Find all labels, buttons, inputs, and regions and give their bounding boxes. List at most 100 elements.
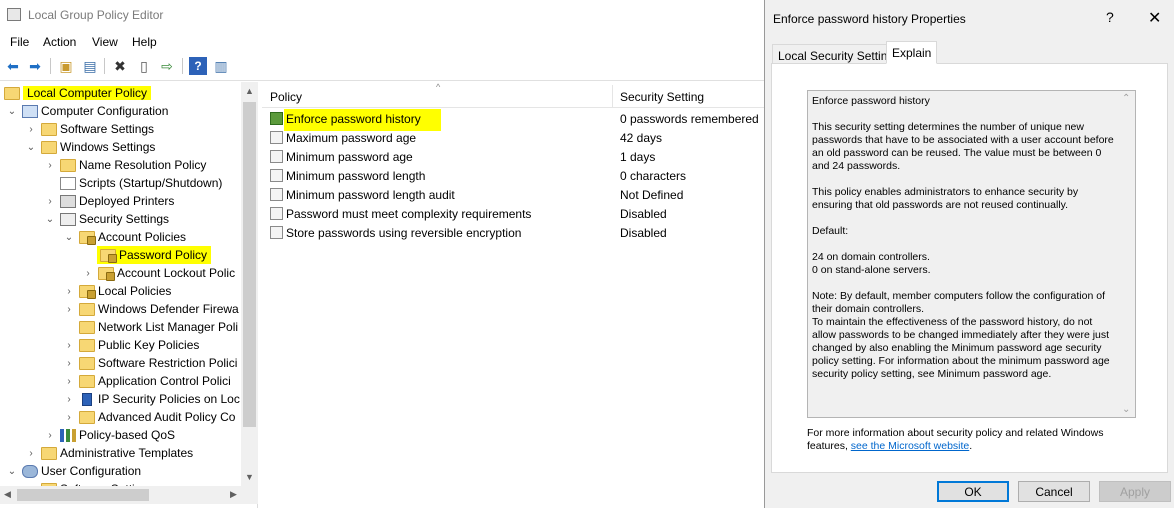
chevron-up-icon[interactable]: ⌃ — [1122, 93, 1130, 104]
policy-setting-icon — [270, 188, 283, 201]
tree-item-advanced-audit[interactable]: › Advanced Audit Policy Co — [63, 408, 235, 426]
folder-icon — [79, 374, 95, 388]
folder-icon — [60, 158, 76, 172]
tree-item-software-restriction[interactable]: › Software Restriction Polici — [63, 354, 237, 372]
chevron-down-icon[interactable]: ⌄ — [44, 214, 56, 225]
tree-item-security-settings[interactable]: ⌄ Security Settings — [44, 210, 169, 228]
chevron-right-icon[interactable]: › — [63, 412, 75, 423]
console-tree: Local Computer Policy ⌄ Computer Configu… — [0, 82, 258, 508]
menu-action[interactable]: Action — [43, 35, 76, 49]
column-divider[interactable] — [612, 85, 613, 108]
tree-item-qos[interactable]: › Policy-based QoS — [44, 426, 175, 444]
apply-button[interactable]: Apply — [1099, 481, 1171, 502]
table-row[interactable]: Minimum password age 1 days — [267, 147, 764, 166]
policy-name: Minimum password length audit — [286, 188, 455, 202]
chevron-right-icon[interactable]: › — [63, 304, 75, 315]
forward-icon[interactable]: ➡ — [26, 57, 44, 75]
tree-item-label: Account Policies — [98, 230, 187, 244]
tree-item-account-lockout[interactable]: › Account Lockout Polic — [82, 264, 235, 282]
chevron-right-icon[interactable]: › — [63, 286, 75, 297]
table-row[interactable]: Minimum password length audit Not Define… — [267, 185, 764, 204]
export-list-icon[interactable]: ⇨ — [158, 57, 176, 75]
scroll-up-icon[interactable]: ▲ — [245, 86, 254, 96]
tree-item-ip-security[interactable]: › IP Security Policies on Loc — [63, 390, 240, 408]
tab-explain[interactable]: Explain — [886, 41, 938, 64]
table-row[interactable]: Enforce password history 0 passwords rem… — [267, 109, 764, 131]
tree-item-public-key[interactable]: › Public Key Policies — [63, 336, 199, 354]
chevron-right-icon[interactable]: › — [44, 160, 56, 171]
chevron-down-icon[interactable]: ⌄ — [25, 142, 37, 153]
chevron-right-icon[interactable]: › — [63, 358, 75, 369]
tree-item-windows-settings[interactable]: ⌄ Windows Settings — [25, 138, 156, 156]
tree-item-local-computer-policy[interactable]: Local Computer Policy — [4, 84, 152, 102]
microsoft-website-link[interactable]: see the Microsoft website — [851, 440, 969, 452]
tree-item-network-list[interactable]: Network List Manager Poli — [63, 318, 238, 336]
properties-icon[interactable]: ▯ — [135, 57, 153, 75]
tab-local-security-setting[interactable]: Local Security Setting — [772, 44, 901, 65]
chevron-right-icon[interactable]: › — [44, 430, 56, 441]
table-row[interactable]: Minimum password length 0 characters — [267, 166, 764, 185]
tree-item-password-policy[interactable]: Password Policy — [97, 246, 212, 264]
chevron-down-icon[interactable]: ⌄ — [6, 106, 18, 117]
tree-item-account-policies[interactable]: ⌄ Account Policies — [63, 228, 186, 246]
tree-item-computer-configuration[interactable]: ⌄ Computer Configuration — [6, 102, 169, 120]
tree-item-deployed-printers[interactable]: › Deployed Printers — [44, 192, 174, 210]
menu-file[interactable]: File — [10, 35, 29, 49]
up-folder-icon[interactable]: ▣ — [57, 57, 75, 75]
chevron-down-icon[interactable]: ⌄ — [1122, 404, 1130, 415]
scripts-icon — [60, 176, 76, 190]
scroll-left-icon[interactable]: ◀ — [4, 489, 11, 500]
cancel-button[interactable]: Cancel — [1018, 481, 1090, 502]
tree-item-label: Administrative Templates — [60, 446, 194, 460]
toolbar: ⬅ ➡ ▣ ▤ ✖ ▯ ⇨ ? ▥ — [0, 53, 764, 81]
tree-item-app-control[interactable]: › Application Control Polici — [63, 372, 230, 390]
ok-button[interactable]: OK — [937, 481, 1009, 502]
tree-item-software-settings[interactable]: › Software Settings — [25, 120, 154, 138]
chevron-right-icon[interactable]: › — [63, 376, 75, 387]
policy-value: Disabled — [620, 207, 667, 221]
scroll-down-icon[interactable]: ▼ — [245, 472, 254, 482]
show-hide-tree-icon[interactable]: ▤ — [81, 57, 99, 75]
tree-item-label: Local Policies — [98, 284, 172, 298]
chevron-right-icon[interactable]: › — [63, 394, 75, 405]
chevron-down-icon[interactable]: ⌄ — [6, 466, 18, 477]
chevron-right-icon[interactable]: › — [44, 196, 56, 207]
back-icon[interactable]: ⬅ — [4, 57, 22, 75]
dialog-help-button[interactable]: ? — [1106, 9, 1114, 25]
tree-item-user-configuration[interactable]: ⌄ User Configuration — [6, 462, 141, 480]
column-header-security-setting[interactable]: Security Setting — [620, 90, 704, 104]
chevron-right-icon[interactable]: › — [25, 124, 37, 135]
tree-item-label: Local Computer Policy — [23, 86, 152, 100]
tree-hscroll-thumb[interactable] — [17, 489, 149, 501]
tree-item-defender-firewall[interactable]: › Windows Defender Firewa — [63, 300, 238, 318]
explain-scrollbar[interactable]: ⌃ ⌄ — [1119, 91, 1135, 417]
chevron-right-icon[interactable]: › — [63, 340, 75, 351]
column-header-policy[interactable]: Policy — [270, 90, 302, 104]
table-row[interactable]: Password must meet complexity requiremen… — [267, 204, 764, 223]
tree-item-label: Public Key Policies — [98, 338, 200, 352]
folder-icon — [4, 86, 20, 100]
menu-view[interactable]: View — [92, 35, 118, 49]
scroll-right-icon[interactable]: ▶ — [230, 489, 237, 500]
chevron-right-icon[interactable]: › — [82, 268, 94, 279]
menu-help[interactable]: Help — [132, 35, 157, 49]
policy-value: 42 days — [620, 131, 663, 145]
tree-scroll-thumb[interactable] — [243, 102, 256, 427]
tree-item-scripts[interactable]: Scripts (Startup/Shutdown) — [44, 174, 222, 192]
chevron-right-icon[interactable]: › — [25, 448, 37, 459]
tree-item-local-policies[interactable]: › Local Policies — [63, 282, 171, 300]
table-row[interactable]: Maximum password age 42 days — [267, 128, 764, 147]
dialog-close-button[interactable]: ✕ — [1148, 8, 1161, 28]
action-pane-icon[interactable]: ▥ — [212, 57, 230, 75]
chevron-down-icon[interactable]: ⌄ — [63, 232, 75, 243]
policy-value: 0 passwords remembered — [620, 112, 759, 126]
table-row[interactable]: Store passwords using reversible encrypt… — [267, 223, 764, 242]
folder-icon — [79, 320, 95, 334]
folder-icon — [41, 122, 57, 136]
tree-item-label: Windows Settings — [60, 140, 156, 154]
help-icon[interactable]: ? — [189, 57, 207, 75]
tree-item-admin-templates[interactable]: › Administrative Templates — [25, 444, 193, 462]
tree-item-label: Computer Configuration — [41, 104, 169, 118]
tree-item-name-resolution-policy[interactable]: › Name Resolution Policy — [44, 156, 206, 174]
delete-icon[interactable]: ✖ — [111, 57, 129, 75]
